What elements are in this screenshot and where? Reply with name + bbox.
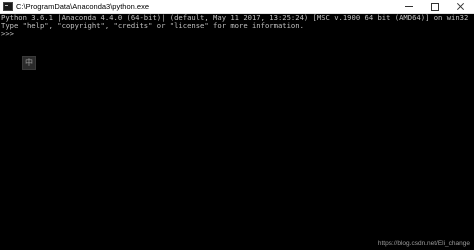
console-prompt[interactable]: >>> (0, 30, 474, 38)
window-controls (396, 0, 474, 13)
console-icon[interactable] (3, 2, 13, 11)
watermark: https://blog.csdn.net/Eli_change (377, 240, 470, 247)
close-icon[interactable] (448, 0, 474, 13)
window-title: C:\ProgramData\Anaconda3\python.exe (16, 2, 149, 11)
console-output[interactable]: Python 3.6.1 |Anaconda 4.4.0 (64-bit)| (… (0, 14, 474, 250)
maximize-icon[interactable] (422, 0, 448, 13)
title-bar[interactable]: C:\ProgramData\Anaconda3\python.exe (0, 0, 474, 14)
console-line-info: Type "help", "copyright", "credits" or "… (1, 21, 304, 30)
minimize-icon[interactable] (396, 0, 422, 13)
ime-mode-indicator: 中 (22, 56, 36, 70)
console-window: C:\ProgramData\Anaconda3\python.exe Pyth… (0, 0, 474, 250)
